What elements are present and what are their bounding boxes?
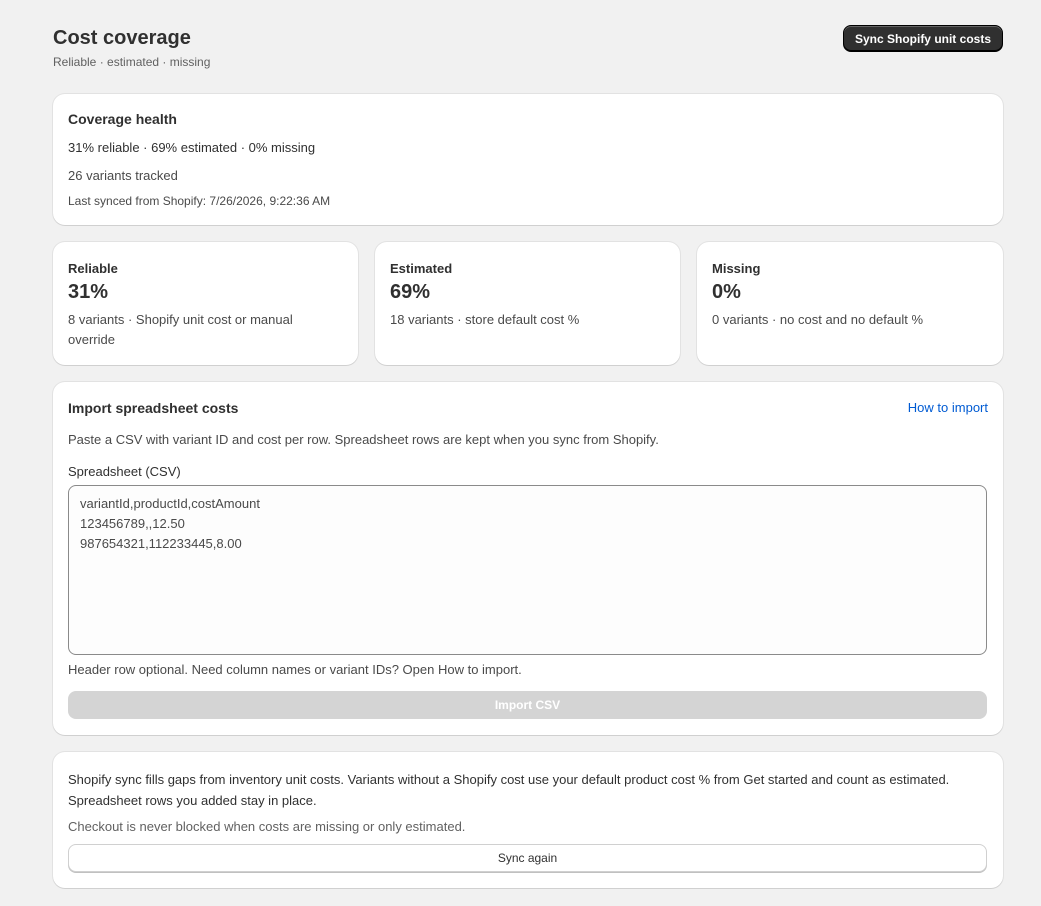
csv-textarea[interactable]: [68, 485, 987, 655]
stat-value: 31%: [68, 281, 109, 303]
page-subtitle: Reliable · estimated · missing: [53, 55, 211, 69]
cost-coverage-page: Cost coverage Reliable · estimated · mis…: [53, 24, 1003, 888]
sync-again-button[interactable]: Sync again: [68, 844, 987, 872]
checkout-note: Checkout is never blocked when costs are…: [68, 819, 466, 834]
import-card-title: Import spreadsheet costs: [68, 400, 239, 416]
how-to-import-link[interactable]: How to import: [908, 400, 988, 415]
sync-shopify-unit-costs-button[interactable]: Sync Shopify unit costs: [842, 25, 1003, 52]
import-help-text: Paste a CSV with variant ID and cost per…: [68, 432, 659, 447]
estimated-stat-card: Estimated 69% 18 variants · store defaul…: [375, 242, 680, 365]
stat-description: 0 variants · no cost and no default %: [712, 312, 924, 327]
stat-description: 8 variants · Shopify unit cost or manual…: [68, 312, 293, 347]
stat-description: 18 variants · store default cost %: [390, 312, 580, 327]
coverage-health-card: Coverage health 31% reliable · 69% estim…: [53, 94, 1003, 225]
sync-description: Shopify sync fills gaps from inventory u…: [68, 772, 950, 808]
stat-label: Estimated: [390, 261, 453, 276]
stat-label: Reliable: [68, 261, 118, 276]
last-synced: Last synced from Shopify: 7/26/2026, 9:2…: [68, 194, 331, 208]
csv-hint-text: Header row optional. Need column names o…: [68, 662, 522, 677]
sync-info-card: Shopify sync fills gaps from inventory u…: [53, 752, 1003, 888]
stat-label: Missing: [712, 261, 761, 276]
import-spreadsheet-card: Import spreadsheet costs How to import P…: [53, 382, 1003, 735]
missing-stat-card: Missing 0% 0 variants · no cost and no d…: [697, 242, 1003, 365]
variants-tracked: 26 variants tracked: [68, 168, 178, 183]
csv-field-label: Spreadsheet (CSV): [68, 464, 181, 479]
import-csv-button[interactable]: Import CSV: [68, 691, 987, 719]
page-header: Cost coverage Reliable · estimated · mis…: [53, 24, 1003, 94]
page-title: Cost coverage: [53, 27, 191, 49]
coverage-summary: 31% reliable · 69% estimated · 0% missin…: [68, 140, 316, 155]
stat-value: 69%: [390, 281, 431, 303]
coverage-health-title: Coverage health: [68, 111, 177, 127]
reliable-stat-card: Reliable 31% 8 variants · Shopify unit c…: [53, 242, 358, 365]
stat-value: 0%: [712, 281, 741, 303]
